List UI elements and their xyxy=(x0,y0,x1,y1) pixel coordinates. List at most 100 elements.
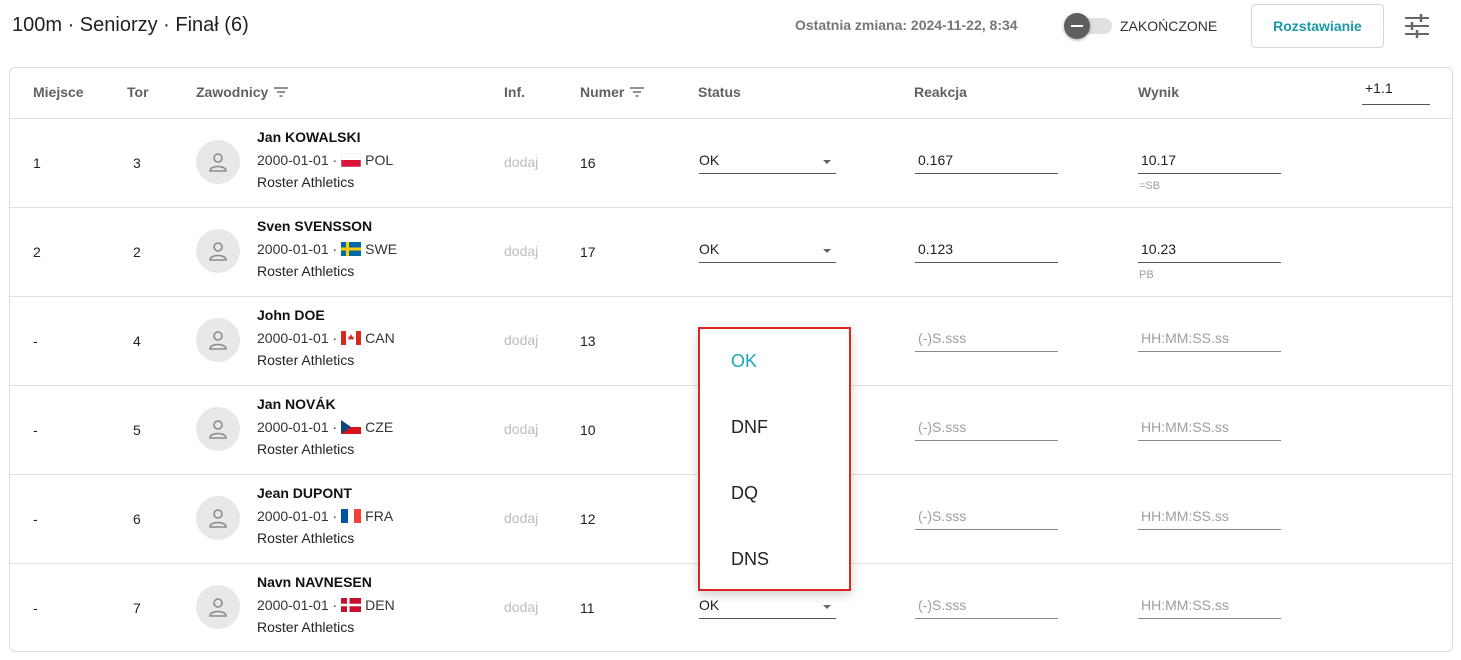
lane-cell: 3 xyxy=(133,155,141,171)
add-info-link[interactable]: dodaj xyxy=(504,510,538,526)
status-option-dns[interactable]: DNS xyxy=(731,549,769,570)
czech-flag-icon xyxy=(341,420,362,434)
bib-number: 17 xyxy=(580,244,596,260)
sweden-flag-icon xyxy=(341,242,362,256)
status-option-dq[interactable]: DQ xyxy=(731,483,758,504)
col-header-place[interactable]: Miejsce xyxy=(33,84,84,100)
tune-icon[interactable] xyxy=(1403,12,1431,40)
athlete-meta: 2000-01-01 · CAN xyxy=(257,330,395,346)
col-header-number[interactable]: Numer xyxy=(580,84,645,100)
reaction-input[interactable]: (-)S.sss xyxy=(915,508,1058,530)
reaction-input[interactable]: (-)S.sss xyxy=(915,597,1058,619)
reaction-input[interactable]: 0.167 xyxy=(915,152,1058,174)
reaction-input[interactable]: (-)S.sss xyxy=(915,330,1058,352)
athlete-name[interactable]: Navn NAVNESEN xyxy=(257,574,372,590)
finished-toggle[interactable] xyxy=(1064,13,1116,39)
athlete-meta: 2000-01-01 · FRA xyxy=(257,508,393,524)
status-value: OK xyxy=(699,152,720,168)
add-info-link[interactable]: dodaj xyxy=(504,332,538,348)
lane-cell: 2 xyxy=(133,244,141,260)
avatar xyxy=(196,229,240,273)
avatar xyxy=(196,407,240,451)
wind-input[interactable]: +1.1 xyxy=(1362,80,1430,105)
denmark-flag-icon xyxy=(341,598,362,612)
add-info-link[interactable]: dodaj xyxy=(504,243,538,259)
reaction-input[interactable]: 0.123 xyxy=(915,241,1058,263)
last-change-label: Ostatnia zmiana: 2024-11-22, 8:34 xyxy=(795,17,1018,33)
athlete-name[interactable]: Sven SVENSSON xyxy=(257,218,372,234)
result-note: =SB xyxy=(1139,180,1161,192)
athlete-club: Roster Athletics xyxy=(257,619,355,635)
athlete-club: Roster Athletics xyxy=(257,530,355,546)
col-header-result: Wynik xyxy=(1138,84,1179,100)
athlete-club: Roster Athletics xyxy=(257,174,355,190)
result-input[interactable]: HH:MM:SS.ss xyxy=(1138,330,1281,352)
person-icon xyxy=(209,331,227,350)
athlete-name[interactable]: Jan NOVÁK xyxy=(257,396,336,412)
add-info-link[interactable]: dodaj xyxy=(504,599,538,615)
athlete-country: CZE xyxy=(365,419,394,435)
athlete-country: SWE xyxy=(365,241,398,257)
result-input[interactable]: HH:MM:SS.ss xyxy=(1138,508,1281,530)
result-input[interactable]: 10.17 xyxy=(1138,152,1281,174)
athlete-club: Roster Athletics xyxy=(257,352,355,368)
place-cell: 1 xyxy=(33,155,41,171)
athlete-club: Roster Athletics xyxy=(257,441,355,457)
bib-number: 13 xyxy=(580,333,596,349)
col-header-athletes-label: Zawodnicy xyxy=(196,84,269,100)
add-info-link[interactable]: dodaj xyxy=(504,421,538,437)
caret-down-icon xyxy=(823,605,831,609)
caret-down-icon xyxy=(823,160,831,164)
athlete-dob: 2000-01-01 · xyxy=(257,419,338,435)
lane-cell: 6 xyxy=(133,511,141,527)
status-dropdown-menu: OK DNF DQ DNS xyxy=(698,327,851,591)
seeding-button[interactable]: Rozstawianie xyxy=(1251,4,1384,48)
place-cell: - xyxy=(33,333,38,349)
status-select[interactable]: OK xyxy=(699,241,836,263)
table-row: 2 2 Sven SVENSSON 2000-01-01 · SWE Roste… xyxy=(10,207,1452,296)
filter-icon[interactable] xyxy=(630,86,645,98)
athlete-dob: 2000-01-01 · xyxy=(257,508,338,524)
avatar xyxy=(196,496,240,540)
status-option-ok[interactable]: OK xyxy=(731,351,757,372)
person-icon xyxy=(209,598,227,617)
page-title: 100m · Seniorzy · Finał (6) xyxy=(12,14,249,36)
place-cell: - xyxy=(33,511,38,527)
toggle-knob xyxy=(1064,13,1090,39)
athlete-club: Roster Athletics xyxy=(257,263,355,279)
athlete-name[interactable]: John DOE xyxy=(257,307,325,323)
canada-flag-icon xyxy=(341,331,362,345)
result-input[interactable]: HH:MM:SS.ss xyxy=(1138,597,1281,619)
athlete-country: POL xyxy=(365,152,394,168)
athlete-name[interactable]: Jan KOWALSKI xyxy=(257,129,360,145)
athlete-country: DEN xyxy=(365,597,395,613)
status-select[interactable]: OK xyxy=(699,152,836,174)
col-header-number-label: Numer xyxy=(580,84,625,100)
caret-down-icon xyxy=(823,249,831,253)
finished-toggle-label: ZAKOŃCZONE xyxy=(1120,18,1218,34)
person-icon xyxy=(209,242,227,261)
result-input[interactable]: 10.23 xyxy=(1138,241,1281,263)
col-header-lane[interactable]: Tor xyxy=(127,84,149,100)
person-icon xyxy=(209,153,227,172)
athlete-meta: 2000-01-01 · SWE xyxy=(257,241,397,257)
col-header-athletes[interactable]: Zawodnicy xyxy=(196,84,289,100)
athlete-name[interactable]: Jean DUPONT xyxy=(257,485,352,501)
status-option-dnf[interactable]: DNF xyxy=(731,417,768,438)
status-select[interactable]: OK xyxy=(699,597,836,619)
athlete-country: CAN xyxy=(365,330,395,346)
result-input[interactable]: HH:MM:SS.ss xyxy=(1138,419,1281,441)
athlete-dob: 2000-01-01 · xyxy=(257,152,338,168)
athlete-country: FRA xyxy=(365,508,394,524)
athlete-meta: 2000-01-01 · CZE xyxy=(257,419,393,435)
reaction-input[interactable]: (-)S.sss xyxy=(915,419,1058,441)
result-note: PB xyxy=(1139,269,1154,281)
avatar xyxy=(196,140,240,184)
bib-number: 12 xyxy=(580,511,596,527)
athlete-dob: 2000-01-01 · xyxy=(257,597,338,613)
place-cell: - xyxy=(33,600,38,616)
athlete-dob: 2000-01-01 · xyxy=(257,241,338,257)
filter-icon[interactable] xyxy=(274,86,289,98)
col-header-info: Inf. xyxy=(504,84,525,100)
add-info-link[interactable]: dodaj xyxy=(504,154,538,170)
